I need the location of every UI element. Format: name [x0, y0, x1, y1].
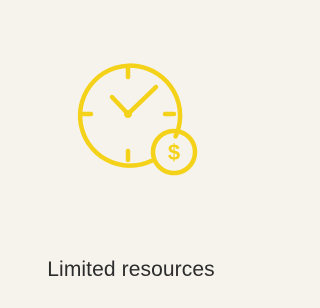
dollar-sign: $: [168, 140, 180, 165]
limited-resources-card[interactable]: $ Limited resources: [0, 0, 262, 308]
clock-with-dollar-coin-icon: $: [70, 56, 200, 186]
clock-hands: [109, 84, 159, 117]
clock-center-dot: [124, 110, 132, 118]
card-title: Limited resources: [47, 258, 215, 281]
